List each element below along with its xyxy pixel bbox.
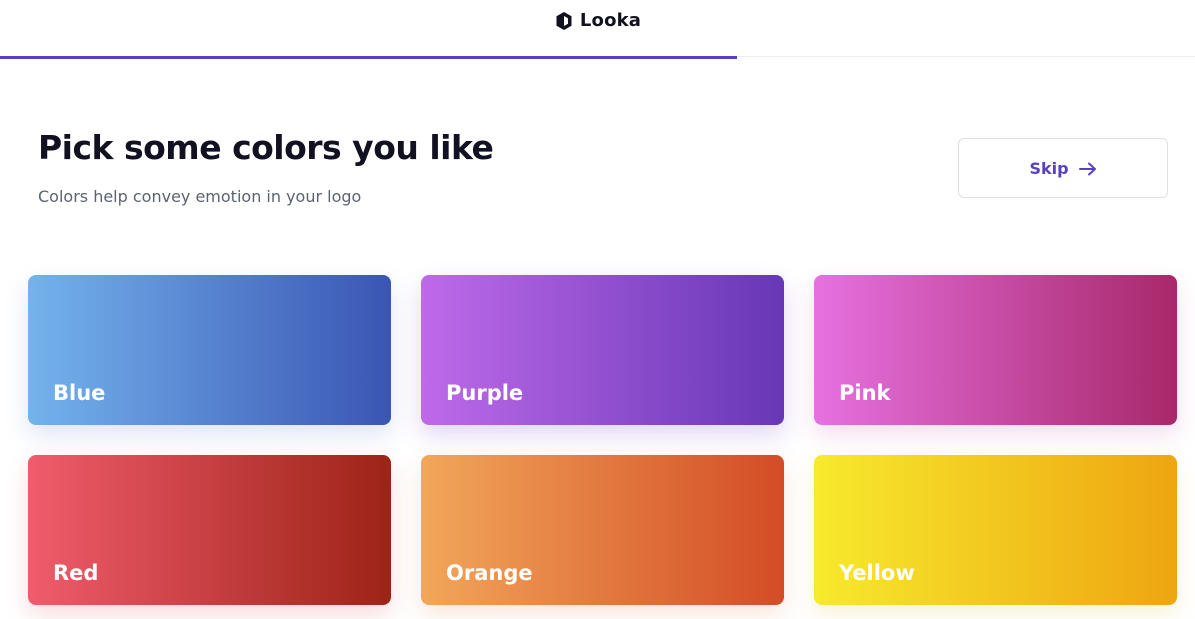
arrow-right-icon (1078, 161, 1097, 176)
skip-button[interactable]: Skip (958, 138, 1168, 198)
color-card-label: Pink (839, 381, 891, 405)
color-card-purple[interactable]: Purple (421, 275, 784, 425)
color-card-red[interactable]: Red (28, 455, 391, 605)
color-card-label: Red (53, 561, 99, 585)
page-title: Pick some colors you like (38, 128, 494, 167)
page-subtitle: Colors help convey emotion in your logo (38, 187, 362, 206)
color-card-blue[interactable]: Blue (28, 275, 391, 425)
brand-name: Looka (579, 10, 642, 31)
brand[interactable]: Looka (0, 10, 1195, 31)
color-card-orange[interactable]: Orange (421, 455, 784, 605)
looka-logo-icon (554, 11, 574, 31)
skip-button-label: Skip (1029, 158, 1069, 178)
color-card-pink[interactable]: Pink (814, 275, 1177, 425)
progress-bar-fill (0, 56, 738, 59)
color-card-label: Orange (446, 561, 533, 585)
top-bar: Looka (0, 0, 1195, 57)
progress-bar (0, 56, 1195, 59)
color-card-label: Purple (446, 381, 524, 405)
color-card-yellow[interactable]: Yellow (814, 455, 1177, 605)
color-card-label: Yellow (839, 561, 915, 585)
color-card-label: Blue (53, 381, 106, 405)
